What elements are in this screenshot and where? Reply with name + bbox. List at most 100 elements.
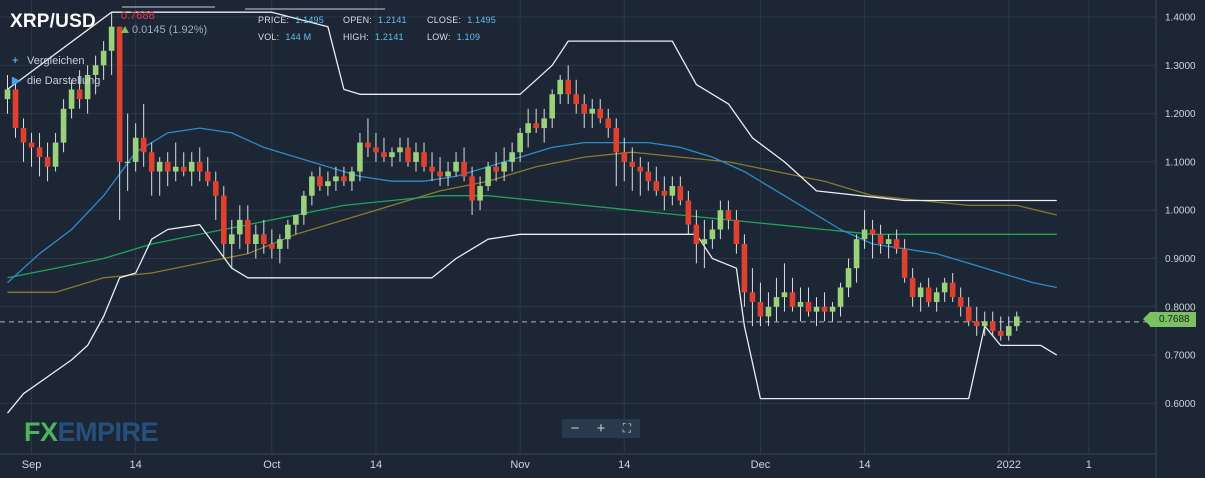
- candle-down: [461, 161, 467, 177]
- stat-low-value: 1.109: [456, 32, 481, 42]
- candle-down: [581, 103, 588, 114]
- symbol-title: XRP/USD: [10, 11, 96, 32]
- candle-up: [941, 282, 948, 293]
- compare-button[interactable]: + Vergleichen: [12, 55, 85, 67]
- chart-panel[interactable]: 1.4000 1.3000 1.2000 1.1000 1.0000 0.9000 0.80…: [0, 0, 1205, 478]
- stat-open-label: OPEN:: [343, 15, 373, 25]
- candle-up: [253, 234, 259, 245]
- x-tick-label: 14: [370, 459, 382, 471]
- stat-close-value: 1.1495: [467, 15, 496, 25]
- candle-up: [357, 142, 363, 172]
- y-tick-label: 1.3000: [1165, 61, 1196, 72]
- candle-up: [301, 195, 307, 216]
- candle-up: [333, 176, 339, 182]
- candle-down: [661, 190, 668, 196]
- donchian-lower-band: [6, 224, 1058, 414]
- candle-down: [805, 301, 812, 312]
- candle-up: [477, 186, 483, 201]
- candle-up: [325, 181, 331, 187]
- candle-down: [405, 147, 411, 162]
- candle-up: [132, 137, 139, 162]
- fullscreen-button[interactable]: ⛶: [616, 419, 638, 438]
- candle-up: [797, 301, 804, 307]
- stat-vol-label: VOL:: [258, 32, 280, 42]
- candle-up: [765, 306, 772, 317]
- logo-fx: FX: [24, 417, 58, 447]
- y-tick-label: 0.7000: [1165, 351, 1196, 362]
- candle-up: [124, 161, 131, 164]
- candle-down: [317, 176, 323, 187]
- moving-average-mid-line: [7, 195, 1057, 279]
- grid: [0, 0, 1156, 454]
- candle-down: [789, 292, 796, 307]
- zoom-in-button[interactable]: +: [590, 419, 612, 438]
- candle-up: [541, 118, 547, 129]
- candle-down: [76, 89, 83, 100]
- candle-down: [204, 171, 211, 182]
- candle-down: [645, 171, 652, 182]
- candle-down: [653, 181, 660, 191]
- candle-up: [525, 123, 531, 133]
- candle-down: [373, 147, 379, 153]
- last-price: 0.7688: [121, 10, 155, 22]
- zoom-controls: − + ⛶: [562, 419, 640, 438]
- play-icon: ▶: [12, 75, 21, 87]
- x-tick-label: 14: [130, 459, 142, 471]
- candle-up: [228, 234, 235, 245]
- candle-up: [485, 166, 491, 187]
- candle-down: [429, 166, 435, 172]
- candle-up: [829, 306, 836, 312]
- candle-up: [445, 171, 451, 177]
- candle-up: [701, 239, 708, 245]
- stat-close: CLOSE: 1.1495: [427, 15, 496, 25]
- candle-down: [469, 176, 475, 201]
- candle-up: [4, 89, 11, 100]
- candle-up: [781, 292, 788, 298]
- candle-down: [757, 301, 764, 317]
- candle-up: [853, 239, 860, 269]
- x-tick-label: Oct: [263, 459, 280, 471]
- stat-low-label: LOW:: [427, 32, 451, 42]
- candle-up: [885, 239, 892, 245]
- candle-down: [437, 171, 443, 177]
- candle-up: [52, 142, 59, 167]
- y-tick-label: 0.9000: [1165, 254, 1196, 265]
- candle-down: [925, 287, 932, 302]
- x-tick-label: 2022: [997, 459, 1021, 471]
- candle-up: [509, 152, 515, 162]
- candle-up: [773, 297, 780, 307]
- x-tick-label: 1: [1086, 459, 1092, 471]
- candle-up: [669, 186, 676, 196]
- candle-up: [837, 287, 844, 307]
- x-tick-label: Dec: [751, 459, 771, 471]
- zoom-out-button[interactable]: −: [564, 419, 586, 438]
- display-button[interactable]: ▶ die Darstellung: [12, 74, 100, 87]
- candle-down: [629, 161, 636, 167]
- candle-up: [397, 147, 403, 153]
- candle-up: [108, 26, 115, 51]
- moving-average-fast-line: [7, 127, 1057, 289]
- fxempire-logo: FXEMPIRE: [24, 417, 159, 448]
- candle-up: [309, 176, 315, 196]
- x-tick-label: Sep: [22, 459, 42, 471]
- plus-icon: +: [12, 55, 19, 67]
- candle-down: [116, 26, 123, 162]
- candle-down: [269, 244, 275, 249]
- candle-down: [909, 277, 916, 298]
- candle-up: [501, 161, 507, 172]
- candle-down: [533, 123, 539, 129]
- candle-down: [989, 321, 996, 331]
- stat-vol-value: 144 M: [285, 32, 312, 42]
- candle-down: [261, 234, 267, 245]
- candle-up: [285, 224, 291, 240]
- y-tick-label: 1.4000: [1165, 13, 1196, 24]
- price-chart[interactable]: 1.40001.30001.20001.10001.00000.90000.80…: [0, 0, 1205, 478]
- candle-up: [293, 215, 299, 225]
- candle-up: [861, 229, 868, 240]
- candle-down: [965, 306, 972, 322]
- candle-down: [973, 321, 980, 327]
- candle-up: [933, 292, 940, 302]
- stat-open-value: 1.2141: [378, 15, 407, 25]
- current-price-tag: 0.7688: [1143, 312, 1196, 327]
- candle-down: [877, 234, 884, 245]
